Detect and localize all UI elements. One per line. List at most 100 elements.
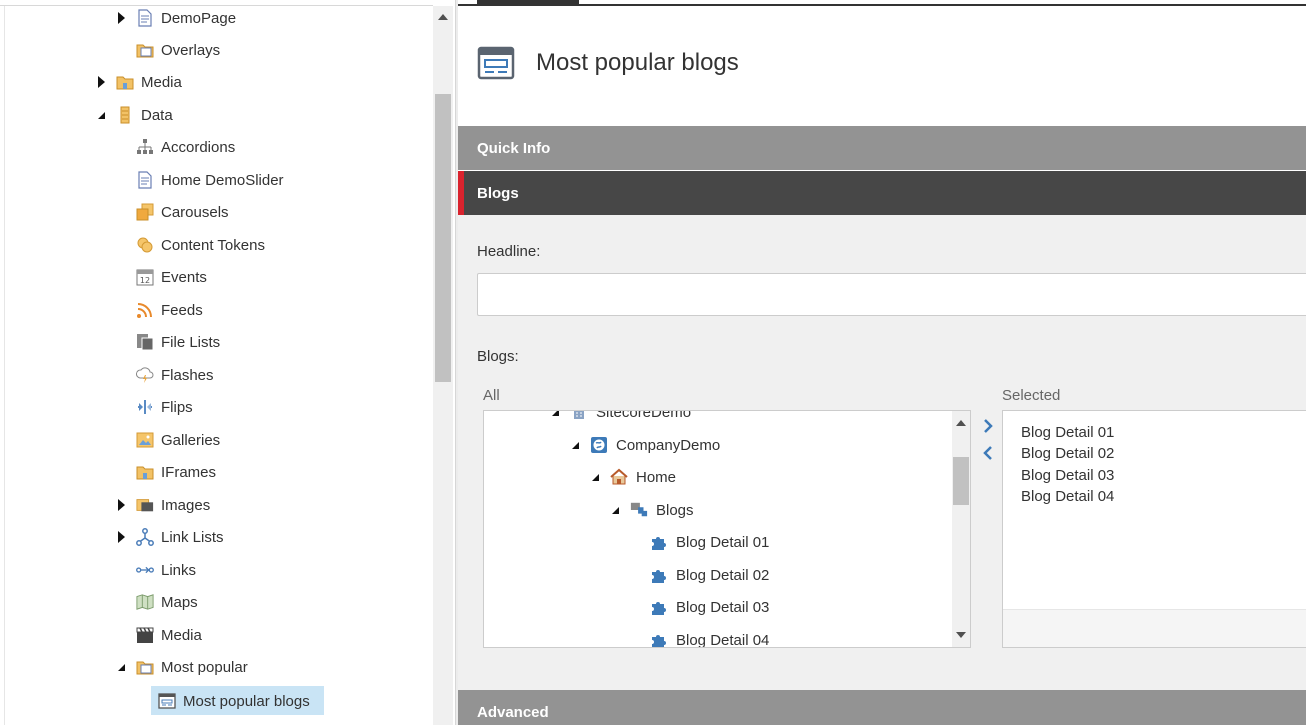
tree-item-most-popular[interactable]: Most popular <box>114 654 248 680</box>
scroll-up-icon[interactable] <box>956 420 966 426</box>
data-folder-icon <box>116 106 134 124</box>
tree-item-links[interactable]: Links <box>136 557 196 583</box>
chevron-left-icon <box>983 446 992 460</box>
blogs-icon <box>630 501 648 519</box>
tree-item-content-tokens[interactable]: Content Tokens <box>136 232 265 258</box>
tree-item-label: Galleries <box>161 431 221 449</box>
tree-item-overlays[interactable]: Overlays <box>136 37 220 63</box>
tree-item-media-data[interactable]: Media <box>136 622 202 648</box>
puzzle-icon <box>650 533 668 551</box>
tree-item-label: Media <box>161 626 202 644</box>
tree-item-label: Most popular <box>161 658 248 676</box>
tree-item-label: Flashes <box>161 366 214 384</box>
collapse-arrow-icon[interactable] <box>588 470 602 484</box>
scroll-down-icon[interactable] <box>956 632 966 638</box>
flips-icon <box>136 398 154 416</box>
expand-arrow-icon[interactable] <box>114 11 128 25</box>
item-header: Most popular blogs <box>477 46 739 80</box>
all-tree-item-sitecoredemo[interactable]: SitecoreDemo <box>548 410 692 424</box>
selected-item[interactable]: Blog Detail 02 <box>1021 443 1114 464</box>
all-tree-label: CompanyDemo <box>616 436 721 454</box>
collapse-arrow-icon[interactable] <box>608 503 622 517</box>
all-tree-scrollbar[interactable] <box>952 411 970 647</box>
tree-item-flips[interactable]: Flips <box>136 394 193 420</box>
scroll-thumb[interactable] <box>953 457 969 505</box>
svg-text:12: 12 <box>140 276 150 285</box>
expand-arrow-icon[interactable] <box>114 498 128 512</box>
tree-item-home-demoslider[interactable]: Home DemoSlider <box>136 167 284 193</box>
section-advanced[interactable]: Advanced <box>458 690 1306 725</box>
all-tree-item-home[interactable]: Home <box>588 465 676 489</box>
all-tree-item-blog-detail-02[interactable]: Blog Detail 02 <box>650 563 769 587</box>
collapse-arrow-icon[interactable] <box>548 411 562 419</box>
tree-item-label: Flips <box>161 398 193 416</box>
images-icon <box>136 496 154 514</box>
puzzle-icon <box>650 598 668 616</box>
tree-item-link-lists[interactable]: Link Lists <box>114 524 224 550</box>
all-list-label: All <box>483 387 500 404</box>
all-tree-label: SitecoreDemo <box>596 410 692 421</box>
tree-item-media[interactable]: Media <box>94 69 182 95</box>
all-tree-item-blogs[interactable]: Blogs <box>608 498 694 522</box>
active-tab-indicator[interactable] <box>477 0 579 6</box>
content-tree: DemoPage Overlays Media Data Accordions <box>0 0 455 725</box>
puzzle-icon <box>650 566 668 584</box>
all-tree-item-blog-detail-04[interactable]: Blog Detail 04 <box>650 628 770 648</box>
tree-item-galleries[interactable]: Galleries <box>136 427 220 453</box>
home-icon <box>610 468 628 486</box>
tree-item-flashes[interactable]: Flashes <box>136 362 214 388</box>
headline-input[interactable] <box>477 273 1306 316</box>
tree-item-carousels[interactable]: Carousels <box>136 199 229 225</box>
media-folder-icon <box>116 73 134 91</box>
tree-item-images[interactable]: Images <box>114 492 210 518</box>
remove-selected-button[interactable] <box>980 444 996 462</box>
all-items-tree[interactable]: SitecoreDemo CompanyDemo Home Blogs Blog… <box>483 410 971 648</box>
scroll-up-icon[interactable] <box>438 14 448 20</box>
section-blogs[interactable]: Blogs <box>458 171 1306 215</box>
section-title: Advanced <box>477 703 549 721</box>
selected-items-list[interactable]: Blog Detail 01 Blog Detail 02 Blog Detai… <box>1002 410 1306 648</box>
page-icon <box>136 9 154 27</box>
expand-arrow-icon[interactable] <box>94 75 108 89</box>
section-quick-info[interactable]: Quick Info <box>458 126 1306 170</box>
selected-list-footer <box>1003 609 1306 647</box>
tree-item-demopage[interactable]: DemoPage <box>114 5 236 31</box>
all-tree-label: Blog Detail 02 <box>676 566 770 584</box>
tree-item-accordions[interactable]: Accordions <box>136 134 235 160</box>
selected-item[interactable]: Blog Detail 01 <box>1021 422 1114 443</box>
tree-item-label: Links <box>161 561 197 579</box>
all-tree-item-blog-detail-01[interactable]: Blog Detail 01 <box>650 530 769 554</box>
content-editor: Most popular blogs Quick Info Blogs Head… <box>458 0 1306 725</box>
galleries-icon <box>136 431 154 449</box>
tree-item-label: Carousels <box>161 203 229 221</box>
all-tree-label: Home <box>636 468 677 486</box>
add-selected-button[interactable] <box>980 417 996 435</box>
collapse-arrow-icon[interactable] <box>114 660 128 674</box>
selected-item[interactable]: Blog Detail 04 <box>1021 486 1114 507</box>
all-tree-label: Blog Detail 04 <box>676 631 770 648</box>
tree-item-iframes[interactable]: IFrames <box>136 459 216 485</box>
tree-scrollbar[interactable] <box>433 6 453 725</box>
calendar-icon: 12 <box>136 268 154 286</box>
collapse-arrow-icon[interactable] <box>94 108 108 122</box>
site-icon <box>570 411 588 421</box>
all-tree-item-companydemo[interactable]: CompanyDemo <box>568 433 720 457</box>
tree-item-file-lists[interactable]: File Lists <box>136 329 220 355</box>
content-tokens-icon <box>136 236 154 254</box>
tree-item-label: Most popular blogs <box>183 692 310 710</box>
expand-arrow-icon[interactable] <box>114 530 128 544</box>
selected-item[interactable]: Blog Detail 03 <box>1021 465 1114 486</box>
tree-item-events[interactable]: 12 Events <box>136 264 207 290</box>
flashes-icon <box>136 366 154 384</box>
tree-item-maps[interactable]: Maps <box>136 589 198 615</box>
scroll-thumb[interactable] <box>435 94 451 382</box>
all-tree-item-blog-detail-03[interactable]: Blog Detail 03 <box>650 595 769 619</box>
tree-item-feeds[interactable]: Feeds <box>136 297 203 323</box>
page-icon <box>136 171 154 189</box>
tree-item-label: File Lists <box>161 333 221 351</box>
tree-item-most-popular-blogs[interactable]: Most popular blogs <box>158 688 310 714</box>
collapse-arrow-icon[interactable] <box>568 438 582 452</box>
section-title: Blogs <box>477 184 519 202</box>
tree-item-data[interactable]: Data <box>94 102 173 128</box>
iframes-icon <box>136 463 154 481</box>
